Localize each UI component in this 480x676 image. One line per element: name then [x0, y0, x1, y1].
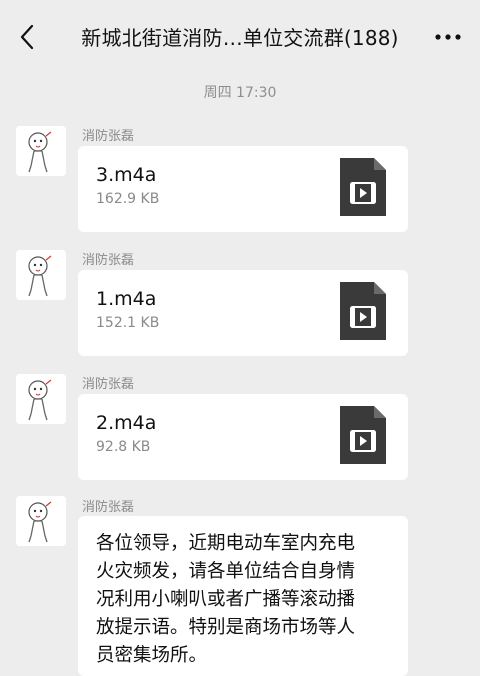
sender-name: 消防张磊 — [82, 377, 135, 392]
sender-name: 消防张磊 — [82, 500, 135, 515]
chat-header: 新城北街道消防…单位交流群(188) — [0, 0, 480, 78]
file-message-bubble[interactable]: 2.m4a 92.8 KB — [78, 394, 408, 480]
avatar[interactable] — [16, 126, 66, 176]
file-name: 2.m4a — [96, 412, 157, 434]
video-file-icon — [340, 158, 386, 216]
video-file-icon — [340, 282, 386, 340]
more-dots-icon — [435, 34, 461, 40]
message-text-line: 况利用小喇叭或者广播等滚动播 — [96, 589, 356, 610]
file-name: 3.m4a — [96, 164, 157, 186]
sender-name: 消防张磊 — [82, 129, 135, 144]
avatar[interactable] — [16, 250, 66, 300]
more-button[interactable] — [428, 22, 468, 52]
avatar[interactable] — [16, 374, 66, 424]
avatar-cartoon-icon — [28, 131, 52, 173]
file-size: 162.9 KB — [96, 191, 160, 207]
avatar-cartoon-icon — [28, 501, 52, 543]
message-text-line: 员密集场所。 — [96, 645, 208, 666]
message-timestamp: 周四 17:30 — [203, 85, 277, 101]
file-size: 152.1 KB — [96, 315, 160, 331]
message-text-line: 放提示语。特别是商场市场等人 — [96, 617, 356, 638]
message-text-line: 各位领导，近期电动车室内充电 — [96, 533, 356, 554]
avatar-cartoon-icon — [28, 255, 52, 297]
sender-name: 消防张磊 — [82, 253, 135, 268]
message-text-line: 火灾频发，请各单位结合自身情 — [96, 561, 356, 582]
video-file-icon — [340, 406, 386, 464]
file-message-bubble[interactable]: 1.m4a 152.1 KB — [78, 270, 408, 356]
file-message-bubble[interactable]: 3.m4a 162.9 KB — [78, 146, 408, 232]
file-size: 92.8 KB — [96, 439, 151, 455]
avatar[interactable] — [16, 496, 66, 546]
chat-title: 新城北街道消防…单位交流群(188) — [81, 26, 399, 50]
text-message-bubble[interactable]: 各位领导，近期电动车室内充电 火灾频发，请各单位结合自身情 况利用小喇叭或者广播… — [78, 516, 408, 676]
file-name: 1.m4a — [96, 288, 157, 310]
avatar-cartoon-icon — [28, 379, 52, 421]
